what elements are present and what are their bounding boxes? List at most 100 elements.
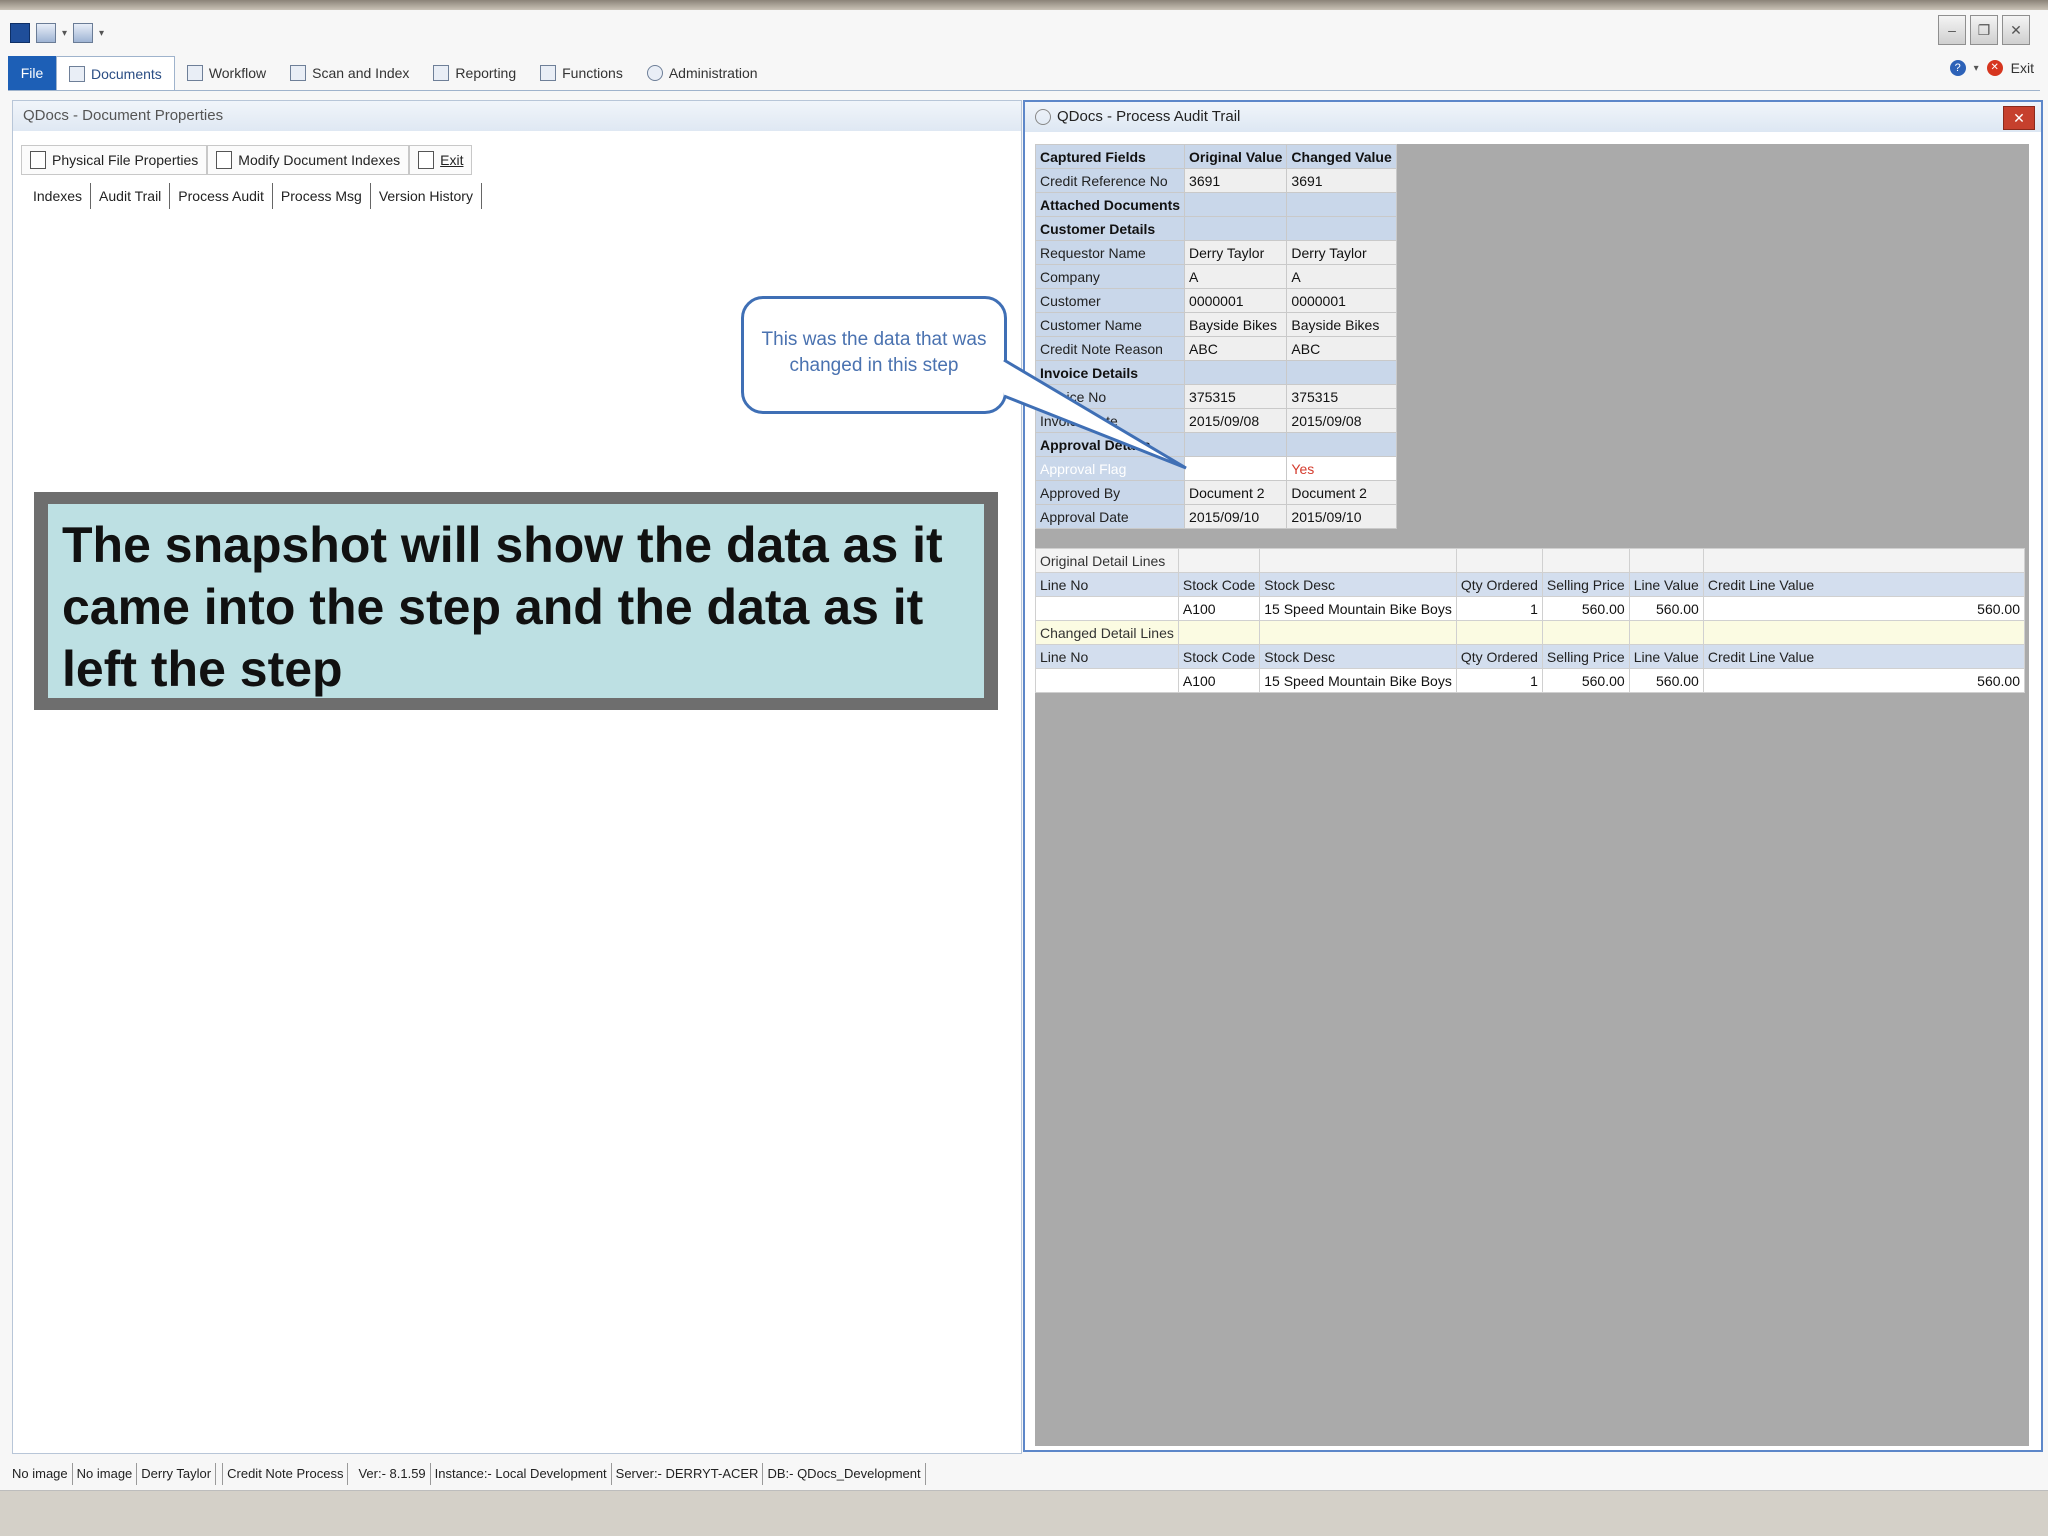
tab-documents[interactable]: Documents [56,56,175,90]
exit-button[interactable]: Exit [2011,60,2034,76]
empty-cell [1702,548,2026,573]
window-controls: – ❐ ✕ [1938,15,2030,45]
captured-header-row: Captured Fields Original Value Changed Val… [1034,144,1397,169]
column-header: Line Value [1628,572,1704,597]
captured-row[interactable]: Invoice Date 2015/09/08 2015/09/08 [1034,408,1397,433]
captured-row[interactable]: Company A A [1034,264,1397,289]
pane-title-bar: QDocs - Process Audit Trail [1025,102,2041,132]
tab-label: Reporting [455,65,517,81]
column-header: Credit Line Value [1702,572,2026,597]
column-header: Selling Price [1541,644,1630,669]
detail-cell: 1 [1455,668,1543,693]
physical-file-properties-button[interactable]: Physical File Properties [21,145,208,175]
cell-changed: Yes [1286,456,1397,481]
captured-row[interactable]: Approval Details [1034,432,1397,457]
tab-audit-trail[interactable]: Audit Trail [91,183,171,209]
cell-orig: Derry Taylor [1184,240,1288,265]
captured-row[interactable]: Approval Date 2015/09/10 2015/09/10 [1034,504,1397,529]
tab-process-msg[interactable]: Process Msg [271,183,371,209]
captured-row[interactable]: Attached Documents [1034,192,1397,217]
captured-row[interactable]: Customer 0000001 0000001 [1034,288,1397,313]
captured-row[interactable]: Credit Note Reason ABC ABC [1034,336,1397,361]
cell-field: Customer Details [1034,216,1186,241]
captured-row[interactable]: Approved By Document 2 Document 2 [1034,480,1397,505]
tab-label: Administration [668,65,758,81]
cell-field: Customer Name [1034,312,1186,337]
properties-icon[interactable] [73,23,94,43]
cell-changed [1286,360,1397,385]
column-header: Stock Desc [1259,572,1457,597]
cell-orig: Document 2 [1184,480,1288,505]
column-header: Qty Ordered [1455,644,1543,669]
document-icon[interactable] [36,23,56,43]
app-icon[interactable] [10,23,30,43]
detail-cell: 15 Speed Mountain Bike Boys [1259,668,1457,693]
column-header: Stock Code [1177,572,1261,597]
empty-cell [1259,548,1457,573]
captured-row[interactable]: Invoice No 375315 375315 [1034,384,1397,409]
cell-field: Requestor Name [1034,240,1186,265]
detail-cell: 560.00 [1628,596,1704,621]
process-audit-trail-pane: QDocs - Process Audit Trail ✕ Captured F… [1023,100,2043,1452]
column-header: Qty Ordered [1455,572,1543,597]
file-tab[interactable]: File [8,56,56,90]
exit-icon[interactable]: ✕ [1986,60,2003,76]
column-header: Line No [1035,644,1179,669]
tab-reporting[interactable]: Reporting [421,56,528,90]
cell-orig [1184,216,1288,241]
button-label: Modify Document Indexes [238,152,401,168]
tab-functions[interactable]: Functions [528,56,635,90]
detail-cell: 560.00 [1541,668,1630,693]
captured-fields-table: Captured Fields Original Value Changed Val… [1034,144,1397,529]
close-pane-button[interactable]: ✕ [2003,106,2035,130]
detail-header-row: Line No Stock Code Stock Desc Qty Ordered Se… [1035,572,2026,597]
section-label: Original Detail Lines [1035,548,1179,573]
customize-icon[interactable]: ▾ [99,28,104,39]
captured-row[interactable]: Customer Name Bayside Bikes Bayside Bikes [1034,312,1397,337]
column-header: Line No [1035,572,1179,597]
tab-process-audit[interactable]: Process Audit [170,183,272,209]
cell-field: Customer [1034,288,1186,313]
column-header: Stock Code [1177,644,1261,669]
tab-version-history[interactable]: Version History [371,183,482,209]
tab-label: Functions [562,65,623,81]
column-header: Original Value [1184,144,1288,169]
detail-header-row: Line No Stock Code Stock Desc Qty Ordered Se… [1035,644,2026,669]
cell-changed: Bayside Bikes [1286,312,1397,337]
cell-orig: ABC [1184,336,1288,361]
cell-changed: 375315 [1286,384,1397,409]
help-icon[interactable]: ? [1949,60,1966,76]
detail-cell: 560.00 [1702,668,2026,693]
cell-changed [1286,432,1397,457]
restore-button[interactable]: ❐ [1970,15,1998,45]
chevron-down-icon[interactable]: ▾ [1974,63,1979,74]
detail-line-row[interactable]: A100 15 Speed Mountain Bike Boys 1 560.00 56… [1035,668,2026,693]
cell-changed: 3691 [1286,168,1397,193]
captured-row[interactable]: Customer Details [1034,216,1397,241]
tab-indexes[interactable]: Indexes [25,183,92,209]
button-label: Exit [440,152,464,168]
cell-changed: A [1286,264,1397,289]
section-label: Changed Detail Lines [1035,620,1179,645]
tab-scan-and-index[interactable]: Scan and Index [278,56,421,90]
modify-document-indexes-button[interactable]: Modify Document Indexes [207,145,410,175]
tab-workflow[interactable]: Workflow [175,56,278,90]
detail-line-row[interactable]: A100 15 Speed Mountain Bike Boys 1 560.00 56… [1035,596,2026,621]
cell-orig: 2015/09/10 [1184,504,1288,529]
minimize-button[interactable]: – [1938,15,1966,45]
captured-row[interactable]: Invoice Details [1034,360,1397,385]
empty-cell [1177,548,1261,573]
status-item: Derry Taylor [137,1463,217,1485]
captured-row[interactable]: Credit Reference No 3691 3691 [1034,168,1397,193]
exit-pane-button[interactable]: Exit [409,145,473,175]
tab-administration[interactable]: Administration [635,56,770,90]
status-item: Ver:- 8.1.59 [354,1463,431,1485]
captured-row[interactable]: Approval Flag Yes [1034,456,1397,481]
column-header: Stock Desc [1259,644,1457,669]
chevron-down-icon[interactable]: ▾ [62,28,67,39]
captured-row[interactable]: Requestor Name Derry Taylor Derry Taylor [1034,240,1397,265]
cell-field: Approval Date [1034,504,1186,529]
cell-changed: 0000001 [1286,288,1397,313]
close-button[interactable]: ✕ [2002,15,2030,45]
empty-cell [1455,548,1543,573]
